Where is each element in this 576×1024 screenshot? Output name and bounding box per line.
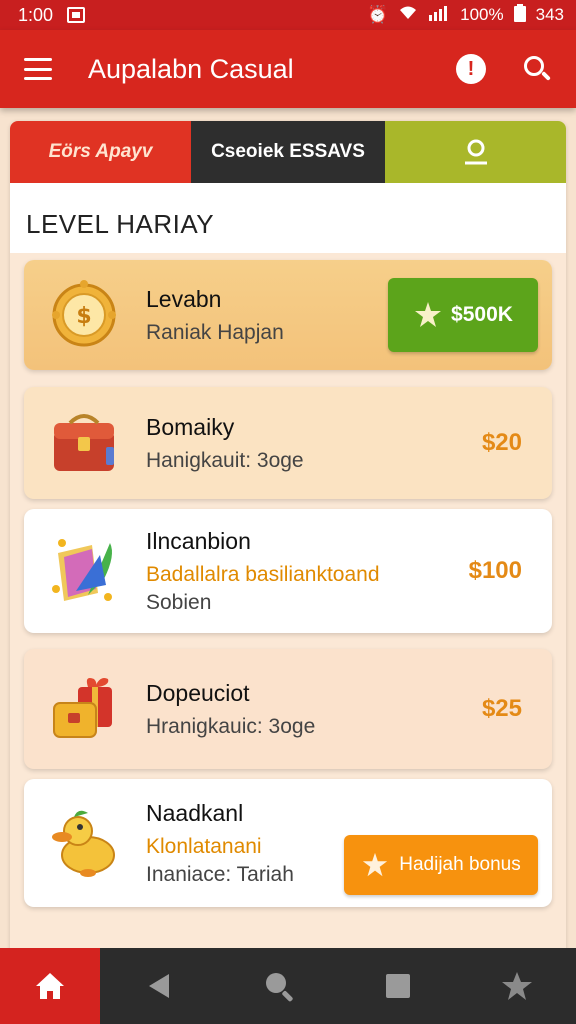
magic-book-icon <box>52 539 112 601</box>
item-price: $25 <box>481 695 522 722</box>
user-icon <box>464 139 487 165</box>
nav-search[interactable] <box>219 948 338 1024</box>
list-item[interactable]: Dopeuciot Hranigkauic: 3oge $25 <box>24 649 552 769</box>
tab-first[interactable]: Eörs Apayv <box>10 121 191 183</box>
nav-home[interactable] <box>0 948 100 1024</box>
bonus-button-label: Hadijah bonus <box>399 854 521 875</box>
home-icon <box>36 973 64 999</box>
nav-recent[interactable] <box>338 948 457 1024</box>
star-icon <box>363 852 388 877</box>
buy-button[interactable]: $500K <box>388 278 538 352</box>
item-price: $20 <box>481 429 522 456</box>
star-icon <box>501 972 532 1000</box>
list-item[interactable]: Bomaiky Hanigkauit: 3oge $20 <box>24 387 552 499</box>
square-icon <box>385 974 410 998</box>
list-item[interactable]: Ilncanbion Badallalra basilianktoand Sob… <box>24 509 552 633</box>
search-icon[interactable] <box>522 54 552 84</box>
search-icon <box>265 973 293 1002</box>
star-icon <box>415 302 442 327</box>
bonus-button[interactable]: Hadijah bonus <box>344 835 538 895</box>
list-item[interactable]: Naadkanl Klonlatanani Inaniace: Tariah H… <box>24 779 552 907</box>
tab-profile[interactable] <box>385 121 566 183</box>
status-extra: 343 <box>535 5 564 24</box>
battery-percent: 100% <box>460 5 504 24</box>
signal-icon <box>428 5 450 26</box>
alarm-icon: ⏰ <box>366 5 389 24</box>
treasure-chest-icon <box>54 414 114 471</box>
gift-box-icon <box>53 678 112 738</box>
item-subtitle: Hranigkauic: 3oge <box>146 714 316 738</box>
status-bar: 1:00 ⏰ 100% 343 <box>0 0 576 30</box>
battery-icon <box>513 3 526 27</box>
item-subtitle: Hanigkauit: 3oge <box>146 448 304 472</box>
item-description: Badallalra basilianktoand <box>146 562 380 586</box>
item-price: $100 <box>468 557 522 584</box>
item-name: Dopeuciot <box>146 679 250 706</box>
duck-icon <box>52 810 115 877</box>
bottom-nav <box>0 948 576 1024</box>
item-name: Naadkanl <box>146 799 244 826</box>
buy-button-label: $500K <box>451 303 513 326</box>
menu-icon[interactable] <box>24 58 52 80</box>
back-icon <box>148 974 169 998</box>
item-name: Levabn <box>146 285 222 312</box>
wifi-icon <box>398 5 418 26</box>
tab-second[interactable]: Cseoiek ESSAVS <box>191 121 385 183</box>
app-title: Aupalabn Casual <box>88 53 294 84</box>
item-subtitle: Raniak Hapjan <box>146 320 284 344</box>
nav-favorites[interactable] <box>457 948 576 1024</box>
nav-back[interactable] <box>100 948 219 1024</box>
item-name: Bomaiky <box>146 413 235 440</box>
notification-icon <box>67 7 86 23</box>
svg-text:$: $ <box>76 304 91 329</box>
status-time: 1:00 <box>18 4 54 25</box>
section-title: LEVEL HARIAY <box>26 209 215 239</box>
coin-clock-icon: $ <box>52 280 116 347</box>
list-item[interactable]: $ Levabn Raniak Hapjan $500K <box>24 260 552 370</box>
tab-bar: Eörs Apayv Cseoiek ESSAVS <box>10 121 566 183</box>
info-icon[interactable]: ! <box>456 54 486 84</box>
item-subtitle: Sobien <box>146 590 212 614</box>
level-card: Eörs Apayv Cseoiek ESSAVS LEVEL HARIAY $… <box>10 121 566 961</box>
item-name: Ilncanbion <box>146 527 251 554</box>
app-bar: Aupalabn Casual ! <box>0 30 576 108</box>
